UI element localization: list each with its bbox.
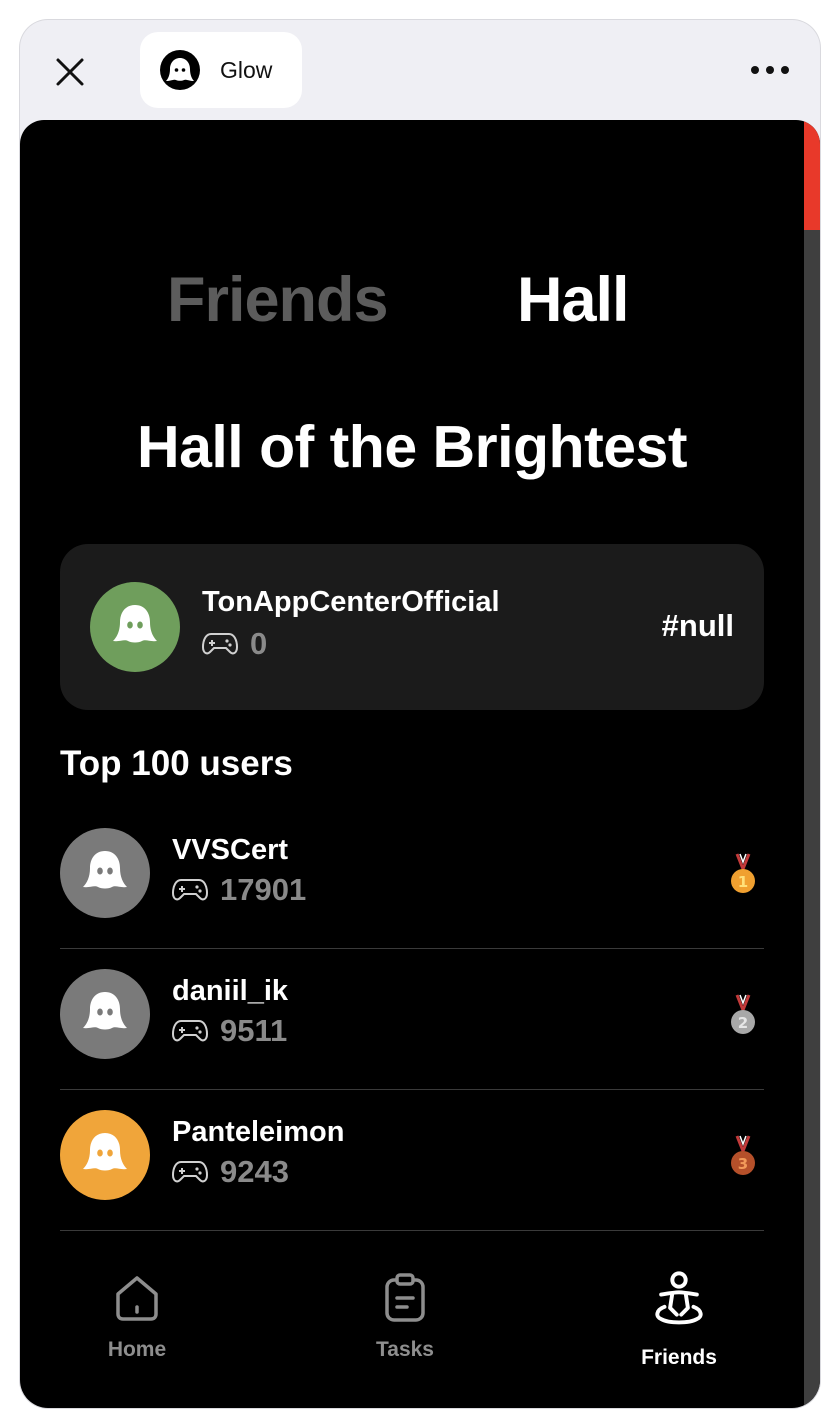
tab-bar: Friends Hall xyxy=(20,260,804,340)
nav-friends[interactable]: Friends xyxy=(609,1270,749,1370)
gamepad-icon xyxy=(172,1020,208,1042)
tab-hall[interactable]: Hall xyxy=(517,260,630,340)
section-heading: Top 100 users xyxy=(60,744,293,783)
list-item[interactable]: daniil_ik 9511 2 xyxy=(60,949,764,1090)
user-name: VVSCert xyxy=(172,834,289,866)
home-icon xyxy=(116,1276,158,1321)
gold-medal-icon: 1 xyxy=(731,853,755,893)
ghost-avatar-icon xyxy=(83,1133,127,1171)
avatar xyxy=(60,969,150,1059)
user-score-value: 9243 xyxy=(220,1154,289,1189)
nav-tasks[interactable]: Tasks xyxy=(335,1272,475,1362)
silver-medal-icon: 2 xyxy=(731,994,755,1034)
close-button[interactable] xyxy=(48,50,92,94)
ghost-avatar-icon xyxy=(113,605,157,643)
scrollbar-thumb[interactable] xyxy=(804,120,820,230)
user-score: 9511 xyxy=(172,1013,287,1049)
user-score-value: 17901 xyxy=(220,872,307,907)
ghost-logo-icon xyxy=(160,50,200,90)
leaderboard-list: VVSCert 17901 1 daniil_ik 9511 2 Pantele… xyxy=(60,808,764,1231)
medal-number: 2 xyxy=(738,1014,748,1032)
user-score: 9243 xyxy=(172,1154,289,1190)
avatar xyxy=(60,1110,150,1200)
mini-app-window: Glow Friends Hall Hall of the Brightest xyxy=(20,20,820,1408)
gamepad-icon xyxy=(172,879,208,901)
user-name: daniil_ik xyxy=(172,975,289,1007)
user-score: 17901 xyxy=(172,872,306,908)
my-score: 0 xyxy=(202,626,267,662)
app-screen: Friends Hall Hall of the Brightest TonAp… xyxy=(20,120,820,1408)
ghost-avatar-icon xyxy=(83,992,127,1030)
medal-number: 3 xyxy=(738,1155,748,1173)
scrollbar[interactable] xyxy=(804,120,820,1408)
page-title: Hall of the Brightest xyxy=(136,414,688,480)
more-dots-icon xyxy=(751,66,789,74)
bottom-navigation: Home Tasks Friends xyxy=(20,1260,804,1408)
my-rank: #null xyxy=(661,608,734,643)
gamepad-icon xyxy=(172,1161,208,1183)
top-bar: Glow xyxy=(20,20,820,120)
my-score-value: 0 xyxy=(250,626,268,661)
app-name: Glow xyxy=(220,56,273,83)
gamepad-icon xyxy=(202,633,238,655)
list-item[interactable]: VVSCert 17901 1 xyxy=(60,808,764,949)
my-username: TonAppCenterOfficial xyxy=(202,586,500,618)
app-title-pill[interactable]: Glow xyxy=(140,32,302,108)
user-name: Panteleimon xyxy=(172,1116,345,1148)
my-rank-card: TonAppCenterOfficial 0 #null xyxy=(60,544,764,710)
friends-icon xyxy=(655,1271,703,1325)
nav-friends-label: Friends xyxy=(641,1346,717,1369)
avatar xyxy=(90,582,180,672)
nav-home[interactable]: Home xyxy=(67,1272,207,1362)
nav-tasks-label: Tasks xyxy=(376,1338,434,1361)
ghost-avatar-icon xyxy=(83,851,127,889)
tab-friends[interactable]: Friends xyxy=(167,260,389,340)
close-icon xyxy=(56,58,84,86)
user-score-value: 9511 xyxy=(220,1013,288,1048)
avatar xyxy=(60,828,150,918)
nav-home-label: Home xyxy=(107,1338,167,1361)
clipboard-icon xyxy=(385,1273,425,1322)
more-options-button[interactable] xyxy=(742,50,798,90)
bronze-medal-icon: 3 xyxy=(731,1135,755,1175)
medal-number: 1 xyxy=(738,873,748,891)
list-item[interactable]: Panteleimon 9243 3 xyxy=(60,1090,764,1231)
